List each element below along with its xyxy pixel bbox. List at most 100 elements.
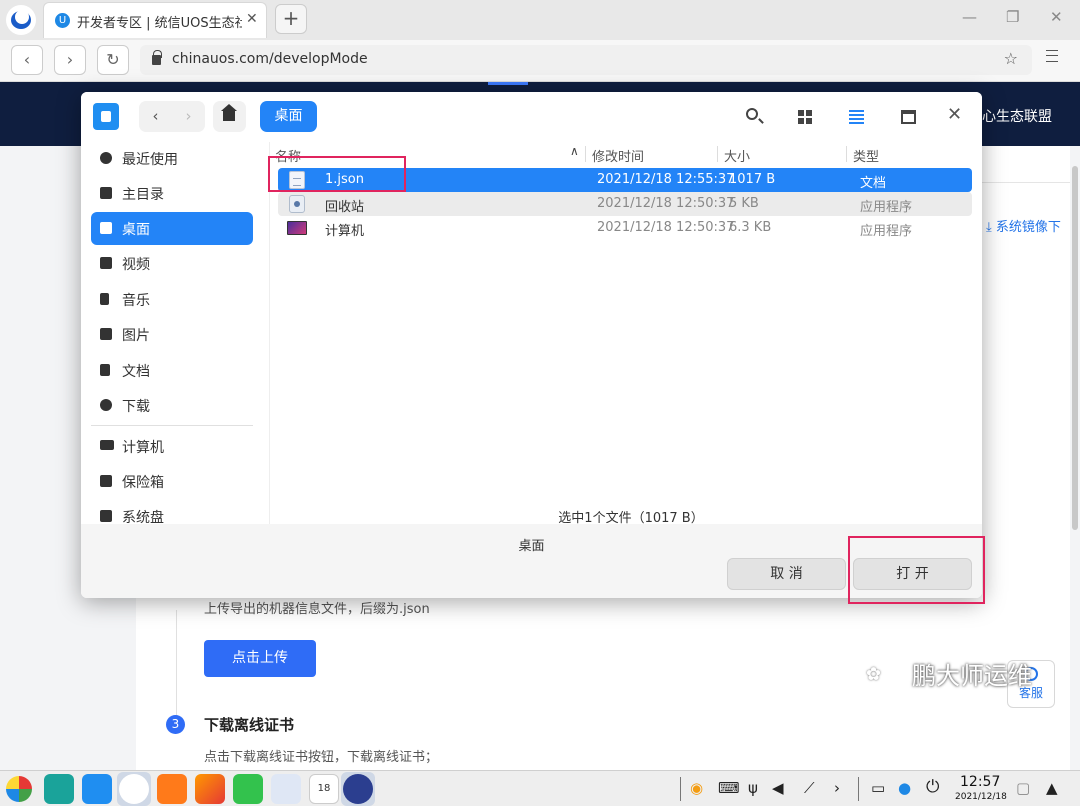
column-header-type[interactable]: 类型 [853,146,879,166]
back-icon[interactable]: ‹ [11,45,43,75]
music-app-icon[interactable] [233,774,263,804]
desktop-icon [100,222,112,234]
divider [982,182,1070,183]
minimize-icon[interactable]: — [962,8,977,26]
star-icon[interactable]: ☆ [1004,49,1018,68]
sidebar-item-home[interactable]: 主目录 [91,177,253,210]
highlight-box-open [848,536,985,604]
file-manager-app-icon[interactable] [82,774,112,804]
nav-active-indicator [488,82,528,85]
file-open-dialog: ‹ › 桌面 ✕ 最近使用 主目录 桌面 视频 音乐 图片 文档 下载 计算机 … [81,92,982,598]
browser-logo-icon[interactable] [6,5,36,35]
icon-view-icon[interactable] [794,106,816,128]
close-icon[interactable]: ✕ [1050,8,1063,26]
step-description: 点击下载离线证书按钮，下载离线证书； [204,750,439,765]
launcher-icon[interactable] [6,776,32,802]
sidebar-divider [91,425,253,426]
reload-icon[interactable]: ↻ [97,45,129,75]
breadcrumb-desktop[interactable]: 桌面 [260,101,317,132]
usb-icon[interactable]: ψ [748,779,758,797]
uos-favicon-icon: U [55,13,70,28]
sidebar-item-documents[interactable]: 文档 [91,354,253,387]
detail-view-icon[interactable] [898,106,920,128]
dialog-back-icon[interactable]: ‹ [139,101,172,132]
picture-icon [100,328,112,340]
multitask-view-icon[interactable] [44,774,74,804]
keyboard-icon[interactable]: ⌨ [718,779,740,797]
forward-icon[interactable]: › [54,45,86,75]
tray-separator [858,777,859,801]
sidebar-item-pictures[interactable]: 图片 [91,318,253,351]
sidebar-item-downloads[interactable]: 下载 [91,389,253,422]
sort-ascending-icon[interactable]: ∧ [570,144,579,158]
tray-expand-icon[interactable]: › [834,779,840,797]
tab-close-icon[interactable]: ✕ [246,11,258,27]
column-separator[interactable] [717,146,718,162]
file-row-computer[interactable]: 计算机 2021/12/18 12:50:37 6.3 KB 应用程序 [278,216,972,240]
computer-icon [100,440,114,450]
dialog-forward-icon[interactable]: › [172,101,205,132]
sidebar-item-label: 视频 [122,257,150,273]
step-number: 3 [166,715,185,734]
cancel-button[interactable]: 取 消 [727,558,846,590]
document-viewer-icon[interactable] [271,774,301,804]
sidebar-item-recent[interactable]: 最近使用 [91,142,253,175]
current-location: 桌面 [518,539,545,554]
file-modified: 2021/12/18 12:55:37 [597,172,735,187]
header-link[interactable]: 心生态联盟 [982,106,1052,126]
browser-app-icon[interactable] [119,774,149,804]
maximize-icon[interactable]: ❐ [1006,8,1019,26]
network-icon[interactable]: ⟋ [804,779,815,797]
settings-app-icon[interactable] [343,774,373,804]
highlight-box-file [268,156,406,192]
power-icon[interactable]: ⏻ [926,777,939,797]
page-scrollbar[interactable] [1072,166,1078,530]
search-icon[interactable] [743,106,765,128]
upload-button[interactable]: 点击上传 [204,640,316,677]
url-text: chinauos.com/developMode [172,51,368,67]
input-method-icon[interactable]: ◉ [690,779,703,797]
new-tab-icon[interactable]: + [275,4,307,34]
selection-status: 选中1个文件（1017 B） [558,511,704,526]
tab-title: 开发者专区 | 统信UOS生态社区 [77,16,242,31]
system-image-download-link[interactable]: ⤓ 系统镜像下 [986,216,1061,235]
file-list-pane: 名称 ∧ 修改时间 大小 类型 1.json 2021/12/18 12:55:… [269,142,982,524]
document-icon [100,364,110,376]
column-header-size[interactable]: 大小 [724,146,750,166]
dialog-toolbar: ‹ › 桌面 ✕ [81,92,982,142]
sidebar-item-label: 图片 [122,328,150,344]
app-store-icon[interactable] [157,774,187,804]
notification-bell-icon[interactable]: ▲ [1046,779,1058,797]
browser-tab[interactable]: U 开发者专区 | 统信UOS生态社区 ✕ [43,2,267,38]
column-separator[interactable] [585,146,586,162]
column-header-modified[interactable]: 修改时间 [592,146,644,166]
file-row-trash[interactable]: 回收站 2021/12/18 12:50:37 5 KB 应用程序 [278,192,972,216]
clock-date[interactable]: 2021/12/18 [955,792,1007,802]
dialog-home-button[interactable] [213,101,246,132]
sidebar-item-video[interactable]: 视频 [91,247,253,280]
upload-hint: 上传导出的机器信息文件，后缀为.json [204,602,430,617]
trash-tray-icon[interactable]: ▢ [1016,779,1030,797]
volume-icon[interactable]: ◀ [772,779,784,797]
sidebar-item-safe[interactable]: 保险箱 [91,465,253,498]
file-modified: 2021/12/18 12:50:37 [597,220,735,235]
dialog-close-icon[interactable]: ✕ [947,104,962,125]
column-separator[interactable] [846,146,847,162]
address-bar[interactable]: chinauos.com/developMode ☆ [140,45,1032,75]
image-viewer-icon[interactable] [195,774,225,804]
clock-time[interactable]: 12:57 [960,774,1000,790]
card-icon[interactable]: ▭ [871,779,885,797]
watermark-text: 鹏大师运维 [912,662,1032,690]
sidebar-item-computer[interactable]: 计算机 [91,430,253,463]
calendar-icon[interactable]: 18 [309,774,339,804]
sidebar-item-music[interactable]: 音乐 [91,283,253,316]
menu-icon[interactable] [1046,50,1058,62]
sidebar-item-label: 下载 [122,399,150,415]
music-icon [100,293,109,305]
step-title: 下载离线证书 [204,716,295,734]
sidebar-item-label: 文档 [122,364,150,380]
globe-icon[interactable]: ● [898,779,911,797]
sidebar-item-desktop[interactable]: 桌面 [91,212,253,245]
sidebar-item-label: 计算机 [122,440,164,456]
list-view-icon[interactable] [846,106,868,128]
